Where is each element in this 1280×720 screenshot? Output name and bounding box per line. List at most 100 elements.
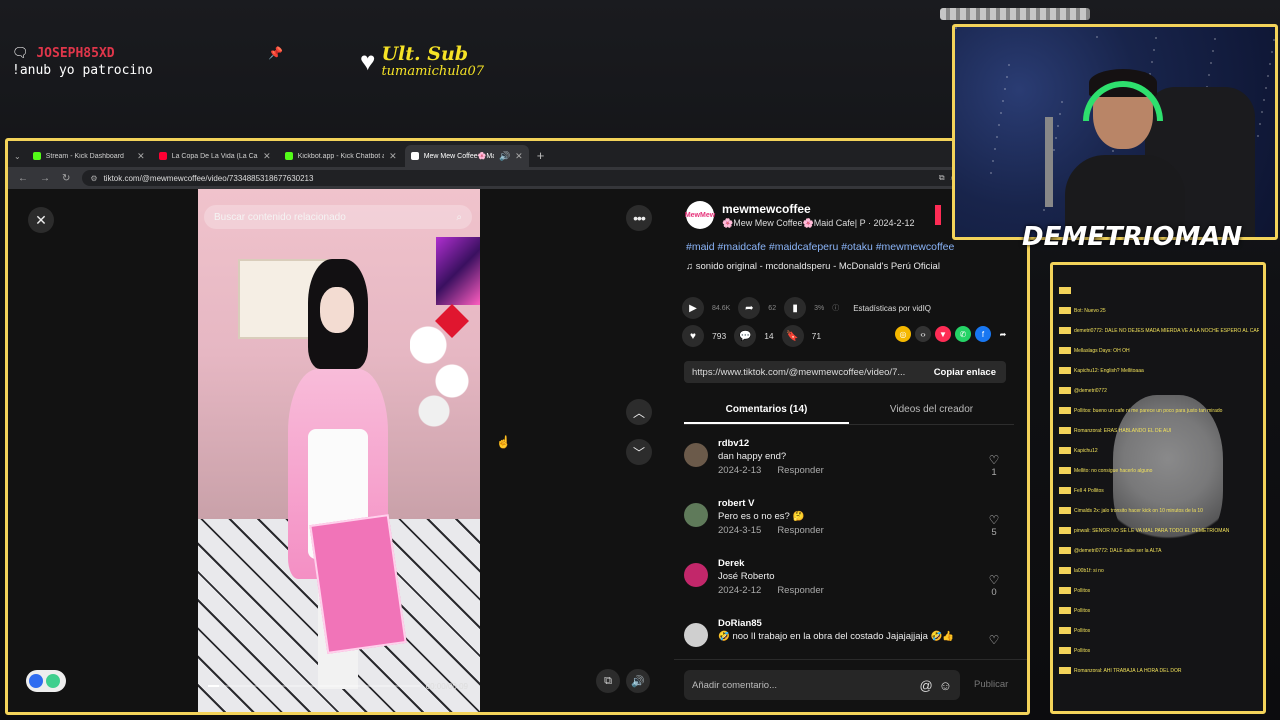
chat-badge-icon	[1059, 327, 1071, 334]
emoji-icon[interactable]: ☺	[939, 678, 952, 693]
chat-line: demetri0772: DALE NO DEJES MADA MIERDA V…	[1059, 327, 1259, 335]
avatar[interactable]	[684, 563, 708, 587]
star	[1271, 51, 1273, 53]
back-icon[interactable]: ←	[18, 173, 28, 184]
search-icon[interactable]: ⌕	[456, 212, 462, 223]
kick-icon	[32, 152, 41, 160]
close-icon: ✕	[35, 211, 47, 228]
chat-badge-icon	[1059, 587, 1071, 594]
avatar[interactable]	[684, 623, 708, 647]
chat-badge-icon	[1059, 367, 1071, 374]
hashtags[interactable]: #maid #maidcafe #maidcafeperu #otaku #me…	[686, 241, 954, 253]
bookmark-icon[interactable]: 🔖	[781, 325, 804, 347]
tab-tiktok[interactable]: Mew Mew Coffee🌸Mai 🔊 ✕	[404, 145, 529, 167]
tab-bar: ⌄ Stream - Kick Dashboard ✕ La Copa De L…	[8, 141, 1027, 167]
avatar[interactable]	[684, 443, 708, 467]
comment-icon[interactable]: 💬	[734, 325, 757, 347]
heart-outline-icon[interactable]: ♡	[984, 513, 1004, 527]
like-heart-icon[interactable]: ♥	[682, 325, 704, 347]
forward-icon[interactable]: →	[40, 173, 50, 184]
author-header[interactable]: MewMew mewmewcoffee 🌸Mew Mew Coffee🌸Maid…	[685, 201, 915, 229]
chat-line-text: Pollitos	[1074, 647, 1091, 654]
reply-button[interactable]: Responder	[777, 465, 823, 476]
close-viewer-button[interactable]: ✕	[28, 207, 54, 233]
author-name[interactable]: mewmewcoffee	[722, 202, 915, 216]
next-video-button[interactable]: ﹀	[626, 439, 652, 465]
chat-line-text: Bot: Nuevo 25	[1074, 307, 1106, 314]
share-more-icon[interactable]: ➦	[995, 326, 1011, 342]
embed-icon[interactable]: ‹›	[915, 326, 931, 342]
pip-button[interactable]: ⧉	[596, 669, 620, 693]
speaker-icon[interactable]: 🔊	[499, 151, 510, 162]
comment-author[interactable]: DoRian85	[718, 617, 954, 630]
chat-line: Romanzoral: ERAS HABLANDO EL DE AUI	[1059, 427, 1259, 435]
chat-line: @demetri0772	[1059, 387, 1259, 395]
tab-search-icon[interactable]: ⌄	[14, 152, 25, 167]
heart-outline-icon[interactable]: ♡	[984, 573, 1004, 587]
copy-link-button[interactable]: Copiar enlace	[924, 367, 1006, 378]
coin-icon[interactable]: ◎	[895, 326, 911, 342]
share-arrow-icon[interactable]: ➦	[738, 297, 761, 319]
list-item: robert V Pero es o no es? 🤔 2024-3-15 Res…	[684, 497, 1014, 557]
whatsapp-icon[interactable]: ✆	[955, 326, 971, 342]
volume-button[interactable]: 🔊	[626, 669, 650, 693]
chat-line: Kapichu12	[1059, 447, 1259, 455]
tab-comments[interactable]: Comentarios (14)	[684, 397, 849, 424]
close-icon[interactable]: ✕	[137, 151, 145, 162]
chat-line-text: @demetri0772: DALE sabe ser la ALTA	[1074, 547, 1162, 554]
chat-badge-icon	[1059, 467, 1071, 474]
facebook-icon[interactable]: f	[975, 326, 991, 342]
star	[1008, 64, 1010, 66]
comment-author[interactable]: Derek	[718, 557, 824, 570]
chat-badge-icon	[1059, 527, 1071, 534]
heart-outline-icon[interactable]: ♡	[984, 453, 1004, 467]
publish-button[interactable]: Publicar	[974, 679, 1008, 690]
more-options-button[interactable]: •••	[626, 205, 652, 231]
kickbot-icon	[284, 152, 293, 160]
stats-row: ▶ 84.6K ➦ 62 ▮ 3% ⓘ Estadísticas por vidIQ	[682, 297, 931, 319]
video-player[interactable]	[198, 189, 480, 712]
autoscroll-toggle[interactable]	[26, 670, 66, 692]
comment-author[interactable]: rdbv12	[718, 437, 824, 450]
share-link[interactable]: https://www.tiktok.com/@mewmewcoffee/vid…	[684, 367, 924, 378]
comment-author[interactable]: robert V	[718, 497, 824, 510]
comment-input[interactable]: Añadir comentario... @ ☺	[684, 670, 960, 700]
play-icon[interactable]: ▶	[682, 297, 704, 319]
chat-message: !anub yo patrocino	[12, 63, 153, 78]
star	[1055, 137, 1057, 139]
follow-button[interactable]	[935, 205, 941, 225]
progress-track[interactable]	[208, 685, 420, 687]
send-icon[interactable]: ▼	[935, 326, 951, 342]
url-field[interactable]: ⚙ tiktok.com/@mewmewcoffee/video/7334885…	[82, 170, 995, 186]
chart-icon[interactable]: ▮	[784, 297, 807, 319]
avatar[interactable]	[684, 503, 708, 527]
video-progress[interactable]: 00:00/00:09	[208, 679, 468, 693]
share-link-box: https://www.tiktok.com/@mewmewcoffee/vid…	[684, 361, 1006, 383]
reload-icon[interactable]: ↻	[62, 173, 70, 184]
new-tab-button[interactable]: +	[531, 145, 551, 167]
close-icon[interactable]: ✕	[389, 151, 397, 162]
heart-outline-icon[interactable]: ♡	[984, 633, 1004, 647]
tab-kick-dashboard[interactable]: Stream - Kick Dashboard ✕	[27, 145, 151, 167]
plays-count: 84.6K	[712, 304, 731, 312]
tab-kickbot[interactable]: Kickbot.app - Kick Chatbot and ✕	[279, 145, 403, 167]
translate-icon[interactable]: ⧉	[939, 173, 951, 182]
previous-video-button[interactable]: ︿	[626, 399, 652, 425]
vidiq-label[interactable]: Estadísticas por vidIQ	[853, 304, 931, 313]
chat-line: Pollitos	[1059, 607, 1259, 615]
reply-button[interactable]: Responder	[777, 525, 823, 536]
toggle-knob	[29, 674, 43, 688]
avatar[interactable]: MewMew	[685, 201, 715, 229]
tab-youtube[interactable]: La Copa De La Vida (La Canción ✕	[153, 145, 277, 167]
mention-icon[interactable]: @	[920, 678, 933, 693]
reply-button[interactable]: Responder	[777, 585, 823, 596]
close-icon[interactable]: ✕	[263, 151, 271, 162]
close-icon[interactable]: ✕	[515, 151, 523, 162]
related-search-input[interactable]: Buscar contenido relacionado ⌕	[204, 205, 472, 229]
chat-line-text: pinwali: SENOR NO SE LE VA MAL PARA TODO…	[1074, 527, 1230, 534]
site-info-icon[interactable]: ⚙	[90, 174, 97, 183]
star	[1261, 111, 1263, 113]
tab-creator-videos[interactable]: Videos del creador	[849, 397, 1014, 424]
author-subline: 🌸Mew Mew Coffee🌸Maid Cafe| P · 2024-2-12	[722, 217, 915, 228]
sound-line[interactable]: ♫ sonido original - mcdonaldsperu - McDo…	[686, 261, 940, 272]
